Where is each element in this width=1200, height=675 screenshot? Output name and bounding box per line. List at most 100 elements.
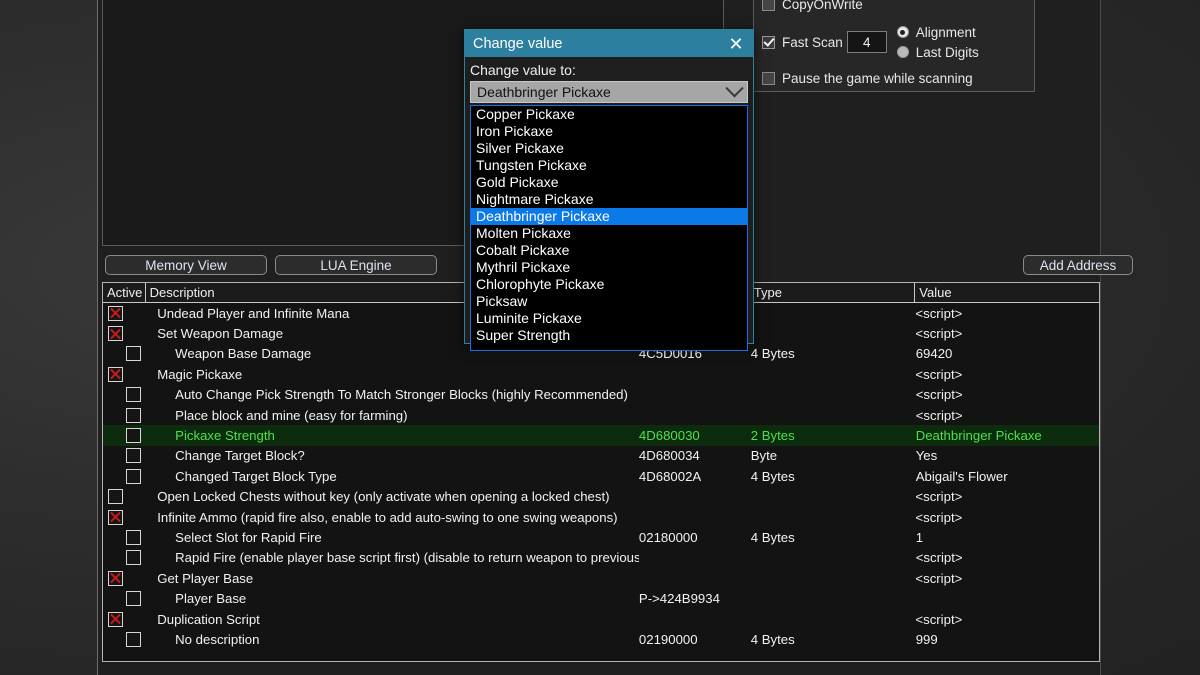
table-row[interactable]: Get Player Base<script>: [103, 568, 1099, 588]
pause-game-option[interactable]: Pause the game while scanning: [762, 67, 1026, 89]
table-row[interactable]: Changed Target Block Type4D68002A4 Bytes…: [103, 466, 1099, 486]
row-value: <script>: [915, 306, 1099, 321]
dropdown-option[interactable]: Cobalt Pickaxe: [471, 242, 747, 259]
row-value: <script>: [915, 510, 1099, 525]
dialog-title-bar[interactable]: Change value ✕: [465, 30, 753, 57]
row-description: Infinite Ammo (rapid fire also, enable t…: [145, 510, 638, 525]
row-type: 4 Bytes: [751, 346, 916, 361]
fast-scan-row: Fast Scan 4 Alignment Last Digits: [762, 21, 1026, 63]
dropdown-option[interactable]: Super Strength: [471, 327, 747, 344]
last-digits-radio[interactable]: [897, 46, 909, 58]
row-active-cell: [103, 469, 145, 484]
dropdown-option[interactable]: Picksaw: [471, 293, 747, 310]
row-address: 02180000: [639, 530, 751, 545]
dropdown-option[interactable]: Gold Pickaxe: [471, 174, 747, 191]
row-type: Byte: [751, 448, 916, 463]
active-checkbox[interactable]: [126, 448, 141, 463]
dropdown-option[interactable]: Tungsten Pickaxe: [471, 157, 747, 174]
active-checkbox[interactable]: [126, 550, 141, 565]
dropdown-option[interactable]: Molten Pickaxe: [471, 225, 747, 242]
row-description: Auto Change Pick Strength To Match Stron…: [145, 387, 639, 402]
row-active-cell: [103, 591, 145, 606]
last-digits-option[interactable]: Last Digits: [897, 43, 979, 62]
dialog-body: Change value to: Deathbringer Pickaxe Co…: [465, 57, 753, 351]
alignment-option[interactable]: Alignment: [897, 23, 979, 42]
fast-scan-checkbox[interactable]: [762, 36, 775, 49]
last-digits-label: Last Digits: [916, 45, 979, 60]
copyonwrite-label: CopyOnWrite: [782, 0, 863, 12]
dropdown-option[interactable]: Deathbringer Pickaxe: [471, 208, 747, 225]
table-row[interactable]: Open Locked Chests without key (only act…: [103, 487, 1099, 507]
value-dropdown-list[interactable]: Copper PickaxeIron PickaxeSilver Pickaxe…: [470, 105, 748, 351]
row-value: Deathbringer Pickaxe: [916, 428, 1099, 443]
memory-view-button[interactable]: Memory View: [105, 255, 267, 275]
column-header-value[interactable]: Value: [915, 283, 1099, 302]
copyonwrite-checkbox[interactable]: [762, 0, 775, 11]
table-row[interactable]: Player BaseP->424B9934: [103, 588, 1099, 608]
row-description: Change Target Block?: [145, 448, 639, 463]
row-type: 4 Bytes: [751, 530, 916, 545]
active-checkbox-enabled[interactable]: [108, 326, 123, 341]
active-checkbox[interactable]: [126, 469, 141, 484]
table-row[interactable]: Change Target Block?4D680034ByteYes: [103, 446, 1099, 466]
row-value: Abigail's Flower: [916, 469, 1099, 484]
dropdown-option[interactable]: Iron Pickaxe: [471, 123, 747, 140]
active-checkbox-enabled[interactable]: [108, 306, 123, 321]
row-description: Get Player Base: [145, 571, 638, 586]
active-checkbox[interactable]: [126, 346, 141, 361]
chevron-down-icon[interactable]: [725, 79, 743, 97]
column-header-type[interactable]: Type: [750, 283, 915, 302]
pause-game-checkbox[interactable]: [762, 72, 775, 85]
row-address: 4D68002A: [639, 469, 751, 484]
row-value: <script>: [916, 408, 1099, 423]
table-row[interactable]: Select Slot for Rapid Fire021800004 Byte…: [103, 527, 1099, 547]
column-header-active[interactable]: Active: [103, 283, 146, 302]
active-checkbox[interactable]: [126, 530, 141, 545]
table-row[interactable]: Duplication Script<script>: [103, 609, 1099, 629]
table-row[interactable]: Rapid Fire (enable player base script fi…: [103, 548, 1099, 568]
dialog-title: Change value: [473, 36, 725, 52]
add-address-button[interactable]: Add Address: [1023, 255, 1133, 275]
active-checkbox[interactable]: [126, 387, 141, 402]
copyonwrite-option[interactable]: CopyOnWrite: [762, 0, 1026, 15]
value-combobox[interactable]: Deathbringer Pickaxe: [470, 81, 748, 103]
row-active-cell: [103, 550, 145, 565]
active-checkbox-enabled[interactable]: [108, 571, 123, 586]
active-checkbox[interactable]: [126, 428, 141, 443]
row-description: Open Locked Chests without key (only act…: [145, 489, 638, 504]
row-address: P->424B9934: [639, 591, 751, 606]
row-address: 02190000: [639, 632, 751, 647]
table-row[interactable]: Place block and mine (easy for farming)<…: [103, 405, 1099, 425]
row-active-cell: [103, 448, 145, 463]
active-checkbox[interactable]: [108, 489, 123, 504]
table-row[interactable]: Pickaxe Strength4D6800302 BytesDeathbrin…: [103, 425, 1099, 445]
close-icon[interactable]: ✕: [725, 35, 747, 53]
dropdown-option[interactable]: Mythril Pickaxe: [471, 259, 747, 276]
row-active-cell: [103, 489, 145, 504]
alignment-radio[interactable]: [897, 26, 909, 38]
row-description: Select Slot for Rapid Fire: [145, 530, 639, 545]
active-checkbox-enabled[interactable]: [108, 612, 123, 627]
row-value: <script>: [915, 326, 1099, 341]
lua-engine-button[interactable]: LUA Engine: [275, 255, 437, 275]
row-active-cell: [103, 387, 145, 402]
table-row[interactable]: No description021900004 Bytes999: [103, 629, 1099, 649]
pause-game-label: Pause the game while scanning: [782, 71, 973, 86]
row-value: <script>: [916, 550, 1099, 565]
table-row[interactable]: Infinite Ammo (rapid fire also, enable t…: [103, 507, 1099, 527]
active-checkbox[interactable]: [126, 632, 141, 647]
active-checkbox-enabled[interactable]: [108, 510, 123, 525]
dropdown-option[interactable]: Nightmare Pickaxe: [471, 191, 747, 208]
dropdown-option[interactable]: Silver Pickaxe: [471, 140, 747, 157]
dropdown-option[interactable]: Copper Pickaxe: [471, 106, 747, 123]
fast-scan-value-input[interactable]: 4: [847, 31, 887, 53]
dropdown-option[interactable]: Luminite Pickaxe: [471, 310, 747, 327]
table-row[interactable]: Auto Change Pick Strength To Match Stron…: [103, 385, 1099, 405]
change-value-field-label: Change value to:: [470, 62, 748, 78]
active-checkbox[interactable]: [126, 408, 141, 423]
row-value: Yes: [916, 448, 1099, 463]
table-row[interactable]: Magic Pickaxe<script>: [103, 364, 1099, 384]
active-checkbox-enabled[interactable]: [108, 367, 123, 382]
dropdown-option[interactable]: Chlorophyte Pickaxe: [471, 276, 747, 293]
active-checkbox[interactable]: [126, 591, 141, 606]
